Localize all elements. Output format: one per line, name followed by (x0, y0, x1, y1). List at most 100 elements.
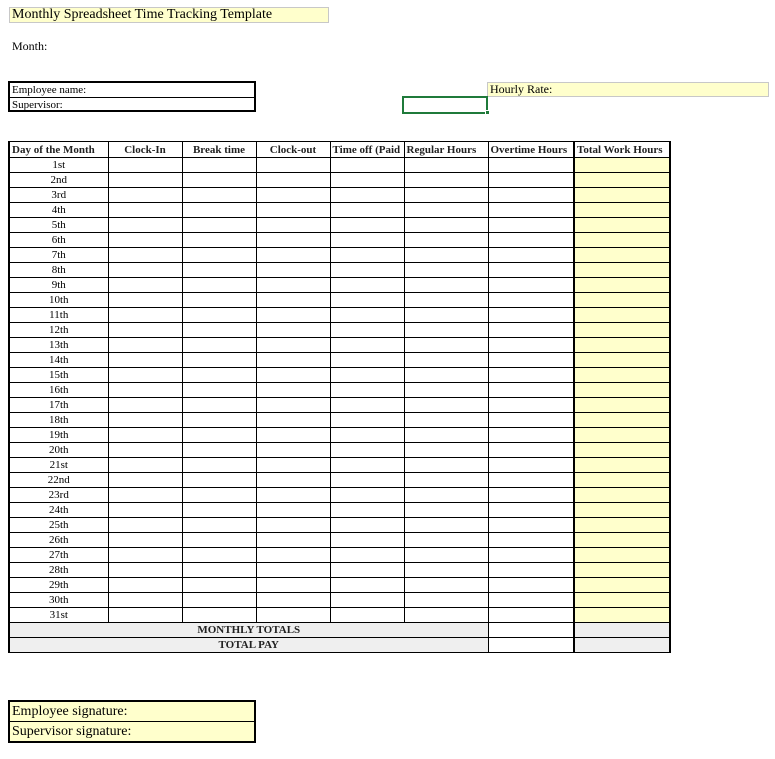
overtime-hours-cell[interactable] (487, 547, 575, 563)
overtime-hours-cell[interactable] (487, 307, 575, 323)
supervisor-signature-cell[interactable]: Supervisor signature: (10, 721, 254, 741)
col-header-regular-hours[interactable]: Regular Hours (403, 141, 489, 158)
day-cell[interactable]: 4th (8, 202, 109, 218)
regular-hours-cell[interactable] (403, 172, 489, 188)
total-work-hours-cell[interactable] (573, 412, 671, 428)
clock-out-cell[interactable] (255, 172, 331, 188)
clock-in-cell[interactable] (107, 547, 183, 563)
clock-out-cell[interactable] (255, 412, 331, 428)
clock-in-cell[interactable] (107, 352, 183, 368)
total-work-hours-cell[interactable] (573, 277, 671, 293)
time-off-cell[interactable] (329, 562, 405, 578)
regular-hours-cell[interactable] (403, 607, 489, 623)
day-cell[interactable]: 27th (8, 547, 109, 563)
clock-in-cell[interactable] (107, 442, 183, 458)
overtime-hours-cell[interactable] (487, 322, 575, 338)
day-cell[interactable]: 12th (8, 322, 109, 338)
break-time-cell[interactable] (181, 397, 257, 413)
regular-hours-cell[interactable] (403, 547, 489, 563)
clock-out-cell[interactable] (255, 487, 331, 503)
overtime-hours-cell[interactable] (487, 457, 575, 473)
day-cell[interactable]: 30th (8, 592, 109, 608)
total-work-hours-cell[interactable] (573, 202, 671, 218)
clock-in-cell[interactable] (107, 517, 183, 533)
day-cell[interactable]: 14th (8, 352, 109, 368)
total-work-hours-cell[interactable] (573, 187, 671, 203)
col-header-overtime-hours[interactable]: Overtime Hours (487, 141, 575, 158)
time-off-cell[interactable] (329, 217, 405, 233)
break-time-cell[interactable] (181, 202, 257, 218)
day-cell[interactable]: 2nd (8, 172, 109, 188)
clock-in-cell[interactable] (107, 607, 183, 623)
day-cell[interactable]: 29th (8, 577, 109, 593)
day-cell[interactable]: 24th (8, 502, 109, 518)
day-cell[interactable]: 1st (8, 157, 109, 173)
clock-in-cell[interactable] (107, 247, 183, 263)
total-work-hours-cell[interactable] (573, 262, 671, 278)
clock-in-cell[interactable] (107, 397, 183, 413)
col-header-day[interactable]: Day of the Month (8, 141, 109, 158)
time-off-cell[interactable] (329, 367, 405, 383)
col-header-clock-in[interactable]: Clock-In (107, 141, 183, 158)
regular-hours-cell[interactable] (403, 592, 489, 608)
overtime-hours-cell[interactable] (487, 277, 575, 293)
time-off-cell[interactable] (329, 352, 405, 368)
total-work-hours-cell[interactable] (573, 487, 671, 503)
break-time-cell[interactable] (181, 307, 257, 323)
clock-in-cell[interactable] (107, 472, 183, 488)
selected-cell[interactable] (402, 96, 488, 114)
regular-hours-cell[interactable] (403, 277, 489, 293)
clock-out-cell[interactable] (255, 502, 331, 518)
break-time-cell[interactable] (181, 547, 257, 563)
overtime-hours-cell[interactable] (487, 337, 575, 353)
regular-hours-cell[interactable] (403, 532, 489, 548)
total-work-hours-cell[interactable] (573, 217, 671, 233)
clock-in-cell[interactable] (107, 382, 183, 398)
break-time-cell[interactable] (181, 457, 257, 473)
time-off-cell[interactable] (329, 412, 405, 428)
overtime-hours-cell[interactable] (487, 352, 575, 368)
regular-hours-cell[interactable] (403, 262, 489, 278)
total-work-hours-cell[interactable] (573, 232, 671, 248)
day-cell[interactable]: 25th (8, 517, 109, 533)
time-off-cell[interactable] (329, 247, 405, 263)
total-work-hours-cell[interactable] (573, 532, 671, 548)
overtime-hours-cell[interactable] (487, 232, 575, 248)
overtime-hours-cell[interactable] (487, 292, 575, 308)
clock-in-cell[interactable] (107, 487, 183, 503)
total-work-hours-cell[interactable] (573, 517, 671, 533)
clock-out-cell[interactable] (255, 157, 331, 173)
time-off-cell[interactable] (329, 322, 405, 338)
clock-in-cell[interactable] (107, 277, 183, 293)
day-cell[interactable]: 22nd (8, 472, 109, 488)
clock-in-cell[interactable] (107, 502, 183, 518)
total-work-hours-cell[interactable] (573, 547, 671, 563)
clock-in-cell[interactable] (107, 232, 183, 248)
overtime-hours-cell[interactable] (487, 517, 575, 533)
regular-hours-cell[interactable] (403, 187, 489, 203)
overtime-hours-cell[interactable] (487, 217, 575, 233)
day-cell[interactable]: 10th (8, 292, 109, 308)
clock-in-cell[interactable] (107, 202, 183, 218)
total-work-hours-cell[interactable] (573, 592, 671, 608)
total-pay-overtime-cell[interactable] (487, 637, 575, 653)
break-time-cell[interactable] (181, 337, 257, 353)
overtime-hours-cell[interactable] (487, 502, 575, 518)
time-off-cell[interactable] (329, 517, 405, 533)
overtime-hours-cell[interactable] (487, 472, 575, 488)
regular-hours-cell[interactable] (403, 577, 489, 593)
col-header-break-time[interactable]: Break time (181, 141, 257, 158)
time-off-cell[interactable] (329, 502, 405, 518)
total-pay-label[interactable]: TOTAL PAY (8, 637, 489, 653)
total-work-hours-cell[interactable] (573, 502, 671, 518)
time-off-cell[interactable] (329, 607, 405, 623)
regular-hours-cell[interactable] (403, 382, 489, 398)
total-work-hours-cell[interactable] (573, 157, 671, 173)
day-cell[interactable]: 6th (8, 232, 109, 248)
break-time-cell[interactable] (181, 577, 257, 593)
regular-hours-cell[interactable] (403, 457, 489, 473)
clock-out-cell[interactable] (255, 577, 331, 593)
total-work-hours-cell[interactable] (573, 247, 671, 263)
time-off-cell[interactable] (329, 202, 405, 218)
overtime-hours-cell[interactable] (487, 157, 575, 173)
